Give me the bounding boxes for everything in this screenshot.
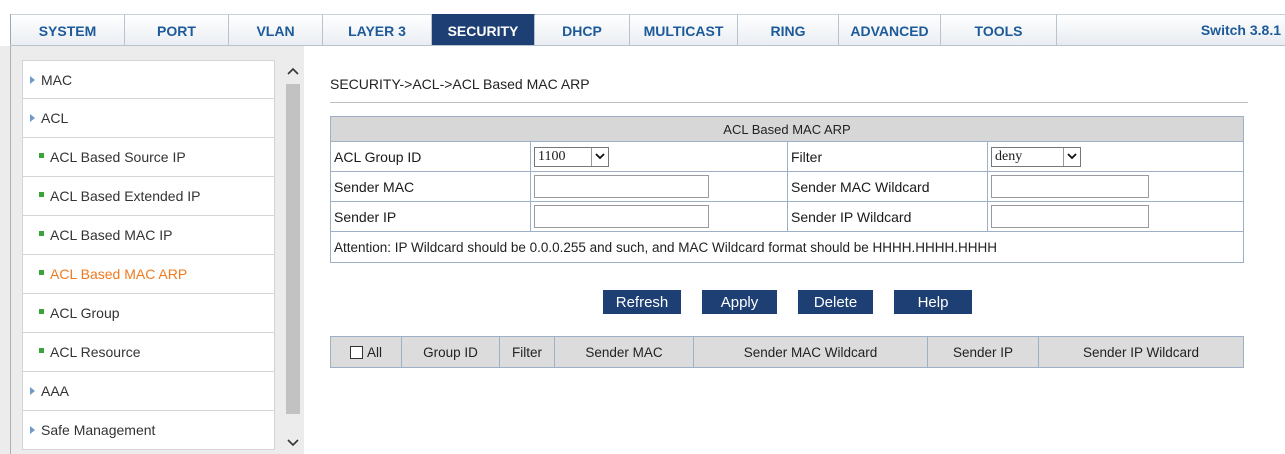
chevron-up-icon[interactable] <box>284 60 302 82</box>
column-header: Sender MAC <box>555 337 694 367</box>
action-buttons: Refresh Apply Delete Help <box>304 290 1285 314</box>
bullet-square-icon <box>39 191 44 197</box>
expand-triangle-icon <box>30 75 35 84</box>
expand-triangle-icon <box>30 426 35 434</box>
group-id-value: 1100 <box>538 148 566 164</box>
column-header: Sender MAC Wildcard <box>694 337 928 367</box>
form-row-attention: Attention: IP Wildcard should be 0.0.0.2… <box>331 232 1243 262</box>
sidebar-menu: MAC ACL ACL Based Source IP ACL Based Ex… <box>22 60 275 450</box>
chevron-down-icon[interactable] <box>284 432 302 454</box>
delete-button[interactable]: Delete <box>798 290 873 314</box>
main-tabs: SYSTEM PORT VLAN LAYER 3 SECURITY DHCP M… <box>11 14 1057 46</box>
sidebar-item-label: ACL Based MAC IP <box>50 227 173 243</box>
sidebar-scrollbar[interactable] <box>284 60 302 454</box>
tab-vlan[interactable]: VLAN <box>229 14 323 46</box>
apply-button[interactable]: Apply <box>702 290 777 314</box>
group-id-cell: 1100 <box>531 142 788 171</box>
sidebar-item-mac[interactable]: MAC <box>22 60 275 99</box>
sidebar-item-label: ACL Resource <box>50 344 141 360</box>
tab-layer3[interactable]: LAYER 3 <box>323 14 432 46</box>
filter-value: deny <box>995 148 1023 164</box>
tab-multicast[interactable]: MULTICAST <box>630 14 738 46</box>
chevron-down-icon <box>591 147 608 166</box>
bullet-square-icon <box>39 269 44 275</box>
sender-mac-wildcard-cell <box>988 172 1243 201</box>
sidebar-item-label: ACL Based Source IP <box>50 149 186 165</box>
expand-triangle-icon <box>30 387 35 395</box>
form-row-sender-ip: Sender IP Sender IP Wildcard <box>331 202 1243 232</box>
sender-ip-wildcard-input[interactable] <box>991 205 1149 228</box>
sidebar: MAC ACL ACL Based Source IP ACL Based Ex… <box>0 46 304 454</box>
sidebar-item-label: AAA <box>41 383 70 399</box>
sender-mac-input[interactable] <box>534 175 709 198</box>
sidebar-item-acl[interactable]: ACL <box>22 99 275 138</box>
tab-system[interactable]: SYSTEM <box>11 14 125 46</box>
attention-note: Attention: IP Wildcard should be 0.0.0.2… <box>334 239 998 255</box>
top-nav-bar: SYSTEM PORT VLAN LAYER 3 SECURITY DHCP M… <box>0 0 1285 46</box>
sender-mac-wildcard-input[interactable] <box>991 175 1149 198</box>
acl-list-header: All Group ID Filter Sender MAC Sender MA… <box>330 336 1244 368</box>
acl-mac-arp-form: ACL Based MAC ARP ACL Group ID 1100 Filt… <box>330 116 1244 263</box>
refresh-button[interactable]: Refresh <box>603 290 681 314</box>
column-header: Sender IP <box>928 337 1039 367</box>
tab-dhcp[interactable]: DHCP <box>535 14 630 46</box>
group-id-label: ACL Group ID <box>331 142 531 171</box>
sidebar-item-aaa[interactable]: AAA <box>22 372 275 411</box>
tab-tools[interactable]: TOOLS <box>941 14 1057 46</box>
tab-ring[interactable]: RING <box>738 14 839 46</box>
help-button[interactable]: Help <box>894 290 972 314</box>
sidebar-item-label: Safe Management <box>41 422 156 438</box>
bullet-square-icon <box>39 230 44 236</box>
sender-ip-input[interactable] <box>534 205 709 228</box>
expand-triangle-icon <box>30 114 35 122</box>
sidebar-item-acl-based-extended-ip[interactable]: ACL Based Extended IP <box>22 177 275 216</box>
breadcrumb: SECURITY->ACL->ACL Based MAC ARP <box>330 76 590 92</box>
sender-mac-wildcard-label: Sender MAC Wildcard <box>788 172 988 201</box>
sender-ip-wildcard-label: Sender IP Wildcard <box>788 202 988 231</box>
column-header: Sender IP Wildcard <box>1082 344 1200 360</box>
tab-advanced[interactable]: ADVANCED <box>839 14 941 46</box>
breadcrumb-divider <box>330 102 1248 103</box>
sidebar-item-label: ACL Based MAC ARP <box>50 266 188 282</box>
sender-mac-cell <box>531 172 788 201</box>
filter-cell: deny <box>988 142 1243 171</box>
sidebar-border <box>10 46 11 454</box>
sidebar-item-acl-based-mac-arp[interactable]: ACL Based MAC ARP <box>22 255 275 294</box>
select-all-label: All <box>366 344 382 360</box>
form-title: ACL Based MAC ARP <box>331 117 1243 142</box>
bullet-square-icon <box>39 152 44 158</box>
sidebar-item-acl-based-source-ip[interactable]: ACL Based Source IP <box>22 138 275 177</box>
chevron-down-icon <box>1063 147 1080 166</box>
column-header: Filter <box>500 337 555 367</box>
group-id-select[interactable]: 1100 <box>534 146 609 167</box>
tab-port[interactable]: PORT <box>125 14 229 46</box>
sidebar-item-acl-resource[interactable]: ACL Resource <box>22 333 275 372</box>
select-all-checkbox[interactable] <box>349 345 363 359</box>
column-header: Group ID <box>402 337 500 367</box>
sidebar-item-label: ACL Based Extended IP <box>50 188 201 204</box>
sidebar-item-acl-based-mac-ip[interactable]: ACL Based MAC IP <box>22 216 275 255</box>
select-all-cell: All <box>331 337 402 367</box>
filter-select[interactable]: deny <box>991 146 1081 167</box>
main-content: SECURITY->ACL->ACL Based MAC ARP ACL Bas… <box>304 46 1285 454</box>
sidebar-item-safe-management[interactable]: Safe Management <box>22 411 275 450</box>
filter-label: Filter <box>788 142 988 171</box>
sender-ip-label: Sender IP <box>331 202 531 231</box>
version-label: Switch 3.8.1 <box>1200 22 1281 38</box>
sidebar-item-label: MAC <box>41 71 73 88</box>
sidebar-item-label: ACL <box>41 110 69 126</box>
sender-ip-wildcard-cell <box>988 202 1243 231</box>
tab-security[interactable]: SECURITY <box>432 14 535 46</box>
bullet-square-icon <box>39 347 44 353</box>
sender-mac-label: Sender MAC <box>331 172 531 201</box>
form-row-group-filter: ACL Group ID 1100 Filter deny <box>331 142 1243 172</box>
sidebar-item-acl-group[interactable]: ACL Group <box>22 294 275 333</box>
form-row-sender-mac: Sender MAC Sender MAC Wildcard <box>331 172 1243 202</box>
sidebar-item-label: ACL Group <box>50 305 120 321</box>
scrollbar-thumb[interactable] <box>286 84 300 414</box>
bullet-square-icon <box>39 308 44 314</box>
sender-ip-cell <box>531 202 788 231</box>
